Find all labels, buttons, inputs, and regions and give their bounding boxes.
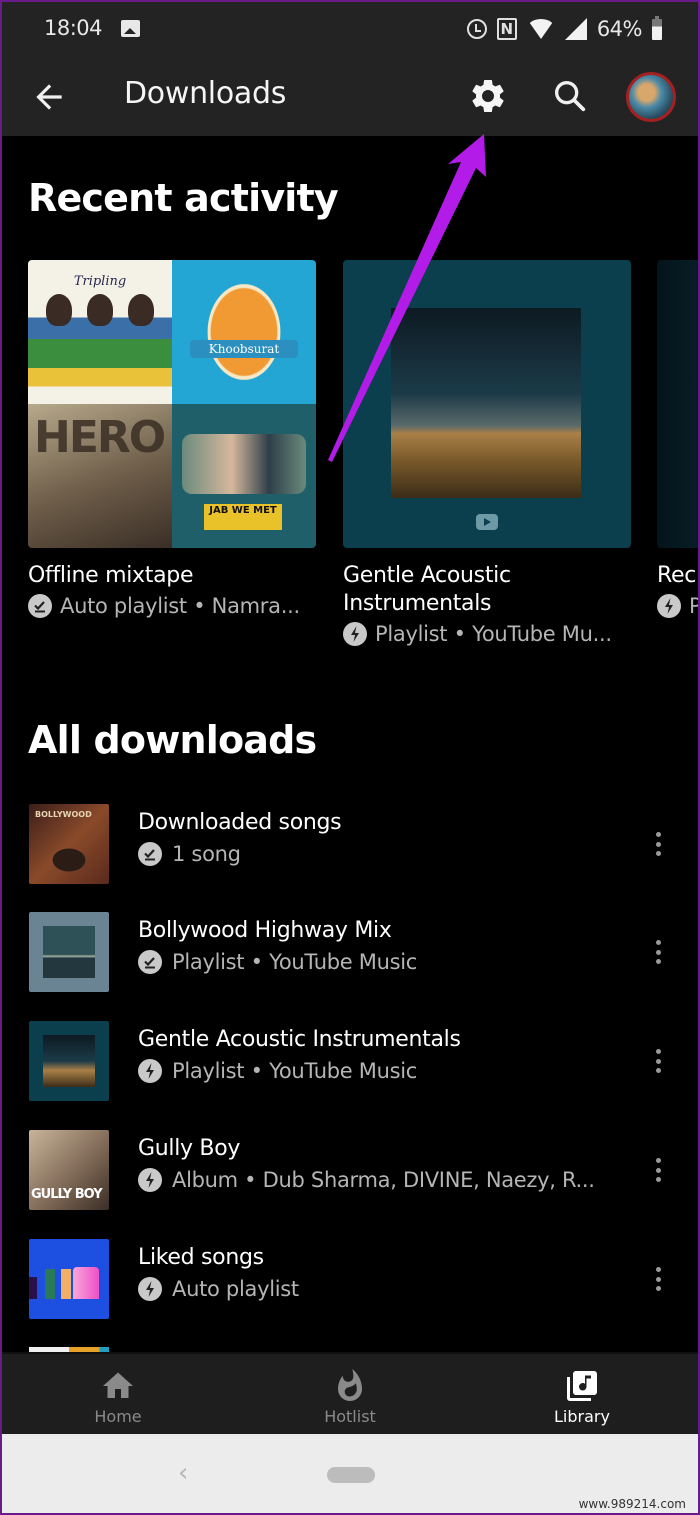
card-subtitle: Playlist • YouTube Mu... xyxy=(343,622,631,646)
field-night-image xyxy=(391,308,581,498)
phone-screen: 18:04 N 64% Downloads Recent activity Tr… xyxy=(2,2,698,1513)
recent-card-offline-mixtape[interactable]: Tripling Khoobsurat HERO JAB WE MET Offl… xyxy=(28,260,316,618)
arrow-left-icon xyxy=(36,84,62,110)
nav-hotlist[interactable]: Hotlist xyxy=(290,1354,410,1436)
more-options-button[interactable] xyxy=(648,1263,668,1295)
card-title: Gentle Acoustic Instrumentals xyxy=(343,563,511,616)
item-title: Gentle Acoustic Instrumentals xyxy=(138,1027,461,1052)
list-item-gentle-acoustic[interactable]: Gentle Acoustic Instrumentals Playlist •… xyxy=(2,1011,698,1111)
downloaded-check-icon xyxy=(138,842,162,866)
system-home-pill[interactable] xyxy=(327,1467,375,1483)
flame-icon xyxy=(338,1369,362,1401)
item-subtitle: 1 song xyxy=(138,842,241,866)
nav-library[interactable]: Library xyxy=(522,1354,642,1436)
youtube-logo-icon xyxy=(476,514,498,530)
image-notification-icon xyxy=(121,20,140,37)
item-subtitle: Playlist • YouTube Music xyxy=(138,950,417,974)
battery-icon xyxy=(652,15,662,40)
album-art-khoobsurat: Khoobsurat xyxy=(172,260,316,404)
lightning-icon xyxy=(657,594,681,618)
status-time: 18:04 xyxy=(44,16,103,40)
home-icon xyxy=(103,1372,133,1398)
bottom-navigation: Home Hotlist Library xyxy=(2,1352,698,1434)
battery-percent: 64% xyxy=(596,17,643,41)
signal-icon xyxy=(564,18,587,40)
item-title: Bollywood Highway Mix xyxy=(138,918,392,943)
status-icons: N 64% xyxy=(466,14,662,44)
recent-card-gentle-acoustic[interactable]: Gentle Acoustic Instrumentals Playlist •… xyxy=(343,260,631,646)
card-subtitle: Auto playlist • Namra... xyxy=(28,594,316,618)
status-bar: 18:04 N 64% xyxy=(2,2,698,58)
nfc-icon: N xyxy=(496,18,517,40)
thumbnail xyxy=(29,1130,109,1210)
card-title: Offline mixtape xyxy=(28,563,194,588)
list-item-bollywood-highway-mix[interactable]: Bollywood Highway Mix Playlist • YouTube… xyxy=(2,902,698,1002)
liked-songs-art xyxy=(29,1265,109,1299)
gentle-acoustic-art[interactable] xyxy=(343,260,631,548)
watermark: www.989214.com xyxy=(578,1497,686,1511)
library-music-icon xyxy=(567,1371,597,1401)
item-subtitle: Playlist • YouTube Music xyxy=(138,1059,417,1083)
gear-icon xyxy=(472,79,504,112)
lightning-icon xyxy=(138,1059,162,1083)
mixtape-collage-art[interactable]: Tripling Khoobsurat HERO JAB WE MET xyxy=(28,260,316,548)
recent-card-partial[interactable]: Rec P xyxy=(657,260,698,618)
profile-avatar[interactable] xyxy=(626,72,676,122)
more-options-button[interactable] xyxy=(648,1154,668,1186)
thumbnail xyxy=(29,804,109,884)
alarm-icon xyxy=(466,19,487,39)
item-title: Gully Boy xyxy=(138,1136,241,1161)
item-title: Downloaded songs xyxy=(138,810,342,835)
thumbnail xyxy=(29,912,109,992)
downloaded-check-icon xyxy=(138,950,162,974)
thumbnail xyxy=(29,1021,109,1101)
search-icon xyxy=(555,81,586,112)
back-button[interactable] xyxy=(30,78,68,116)
more-options-button[interactable] xyxy=(648,936,668,968)
list-item-liked-songs[interactable]: Liked songs Auto playlist xyxy=(2,1229,698,1329)
thumbnail xyxy=(29,1239,109,1319)
list-item-downloaded-songs[interactable]: Downloaded songs 1 song xyxy=(2,794,698,894)
page-title: Downloads xyxy=(124,76,287,111)
lightning-icon xyxy=(343,622,367,646)
item-subtitle: Album • Dub Sharma, DIVINE, Naezy, R... xyxy=(138,1168,595,1192)
album-art-tripling: Tripling xyxy=(28,260,172,404)
more-options-button[interactable] xyxy=(648,1045,668,1077)
app-bar: Downloads xyxy=(2,58,698,136)
system-navigation-bar: ‹ www.989214.com xyxy=(2,1434,698,1513)
all-downloads-heading: All downloads xyxy=(28,718,317,762)
more-options-button[interactable] xyxy=(648,828,668,860)
item-subtitle: Auto playlist xyxy=(138,1277,299,1301)
search-button[interactable] xyxy=(550,76,590,116)
item-title: Liked songs xyxy=(138,1245,264,1270)
system-back-button[interactable]: ‹ xyxy=(178,1458,188,1488)
list-item-gully-boy[interactable]: Gully Boy Album • Dub Sharma, DIVINE, Na… xyxy=(2,1120,698,1220)
album-art-jab-we-met: JAB WE MET xyxy=(172,404,316,548)
lightning-icon xyxy=(138,1277,162,1301)
album-art-hero: HERO xyxy=(28,404,172,548)
recent-activity-heading: Recent activity xyxy=(28,176,339,220)
nav-home[interactable]: Home xyxy=(58,1354,178,1436)
card-subtitle: P xyxy=(657,594,698,618)
wifi-icon xyxy=(526,19,555,39)
card-title: Rec xyxy=(657,563,697,588)
lightning-icon xyxy=(138,1168,162,1192)
downloaded-check-icon xyxy=(28,594,52,618)
settings-button[interactable] xyxy=(468,76,508,116)
